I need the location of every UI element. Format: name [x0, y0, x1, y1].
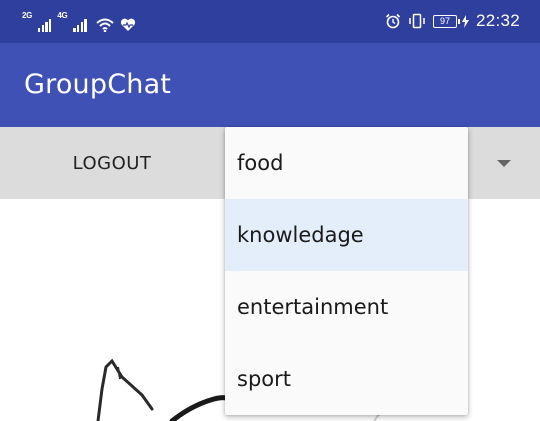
charging-icon [461, 14, 469, 28]
dropdown-option[interactable]: entertainment [225, 271, 468, 343]
battery-level: 97 [439, 15, 450, 26]
wifi-icon [95, 18, 114, 32]
app-bar: GroupChat [0, 43, 540, 127]
dropdown-option[interactable]: sport [225, 343, 468, 415]
dropdown-option[interactable]: knowledage [225, 199, 468, 271]
status-bar: 2G 4G 97 22:32 [0, 0, 540, 43]
network-type-1: 2G [22, 11, 33, 20]
status-left: 2G 4G [22, 10, 136, 32]
clock: 22:32 [475, 11, 520, 30]
signal-icon [38, 18, 52, 32]
vibrate-icon [409, 13, 425, 29]
screen: 2G 4G 97 22:32 GroupChat LOGOUT food kno… [0, 0, 540, 421]
app-title: GroupChat [24, 69, 172, 100]
network-type-2: 4G [57, 11, 68, 20]
alarm-icon [385, 13, 401, 29]
dropdown-option[interactable]: food [225, 127, 468, 199]
battery-icon: 97 [432, 14, 460, 28]
heart-icon [120, 18, 135, 31]
category-dropdown-menu: food knowledage entertainment sport [225, 127, 468, 415]
logout-button[interactable]: LOGOUT [56, 143, 168, 183]
dropdown-arrow-icon[interactable] [497, 160, 511, 167]
status-right: 97 22:32 [385, 9, 520, 33]
signal-icon-2 [73, 18, 87, 32]
